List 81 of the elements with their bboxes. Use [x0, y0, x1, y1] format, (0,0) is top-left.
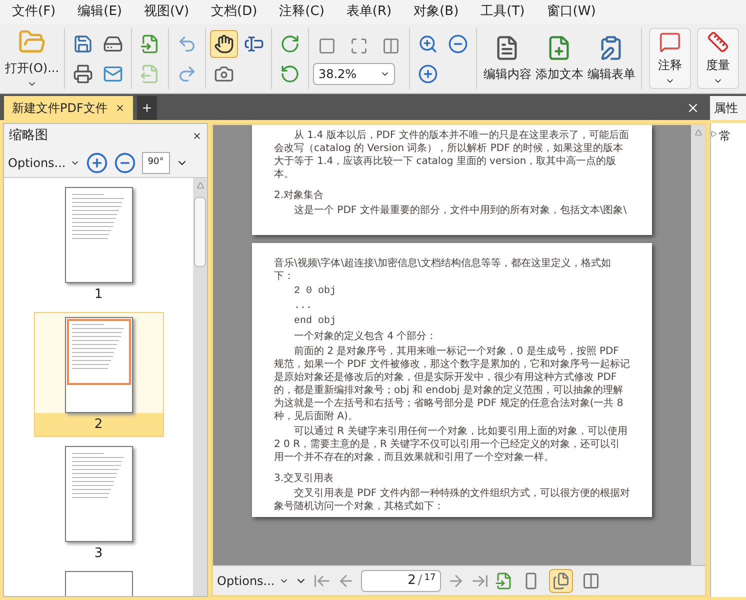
- expand-icon: [711, 131, 717, 137]
- text-select-icon: [244, 34, 264, 54]
- scroll-up-icon: [694, 129, 702, 136]
- toolbar-menu-button[interactable]: 度量: [697, 28, 740, 89]
- hand-tool[interactable]: [210, 30, 238, 58]
- toolbar-menu-button[interactable]: 注释: [649, 28, 692, 89]
- rotate-icon: [280, 34, 300, 54]
- menu-item[interactable]: 表单(R): [338, 2, 400, 22]
- document-text: 可以通过 R 关键字来引用任何一个对象，比如要引用上面的对象，可以使用 2 0 R，需要主意的是，R 关键字不仅可以引用一个已经定义的对象，还可以引用一个并不存在的对象，而且效果就和引用了一个空对象一样。: [274, 425, 628, 464]
- stacked-pages-icon: [552, 572, 570, 590]
- zoom-in-icon: [418, 64, 438, 84]
- viewport-frame: [66, 318, 130, 384]
- section-header: 常: [719, 128, 731, 145]
- scrollbar[interactable]: [691, 125, 705, 565]
- page-number: 3: [94, 546, 103, 561]
- zoom-out-icon: [448, 34, 468, 54]
- panel-title: 缩略图: [9, 127, 48, 146]
- document-text: 前面的 2 是对象序号，其用来唯一标记一个对象，0 是生成号，按照 PDF 规范，如果一个 PDF 文件被修改，那这个数字是累加的，它和对象序号一起标记是原始对象还是修改后的对象，但是实际开发中，很少有用这种方式修改 PDF 的，都是重新编排对象号；obj 和 endobj 是对象的定义范围，可以抽象的理解为这就是一个左括号和右括号；省略号部分是 PDF 规定的任意合法对象(一共 8 种，见后面附 A)。: [274, 345, 630, 423]
- floppy-icon: [72, 34, 93, 54]
- menu-item[interactable]: 文件(F): [4, 2, 64, 22]
- menu-item[interactable]: 注释(C): [271, 2, 332, 22]
- document-text: 3.交叉引用表: [274, 472, 335, 485]
- menu-item[interactable]: 工具(T): [472, 2, 533, 22]
- continuous-layout-button[interactable]: [548, 568, 573, 592]
- document-text: 一个对象的定义包含 4 个部分：: [293, 330, 438, 343]
- ruler-icon: [707, 31, 730, 53]
- page-number: 2: [94, 416, 103, 432]
- close-icon: [192, 131, 202, 141]
- printer-icon: [72, 64, 93, 84]
- scanner-icon: [102, 34, 123, 54]
- toolbar-button[interactable]: 编辑表单: [585, 28, 638, 89]
- page-arrow-icon: [494, 572, 513, 590]
- options-dropdown[interactable]: Options...: [217, 572, 289, 590]
- zoom-out-icon: [114, 152, 136, 174]
- properties-tab[interactable]: 属性: [710, 96, 746, 120]
- undo-icon: [176, 34, 197, 54]
- menu-item[interactable]: 文档(D): [203, 2, 266, 22]
- comment-icon: [659, 31, 682, 53]
- zoom-field[interactable]: 38.2%: [313, 63, 396, 85]
- fit-width-icon: [382, 37, 400, 55]
- document-text: 2.对象集合: [274, 189, 325, 202]
- two-pages-icon: [582, 572, 600, 590]
- rotate-button[interactable]: 90°: [142, 152, 170, 174]
- document-text: 交叉引用表是 PDF 文件内部一种特殊的文件组织方式，可以很方便的根据对象号随机访问一个对象，其格式如下：: [274, 487, 630, 513]
- zoom-in-icon: [86, 152, 108, 174]
- thumbnail-item[interactable]: 1: [34, 182, 164, 308]
- hand-icon: [214, 34, 234, 54]
- camera-icon: [214, 64, 234, 84]
- page-arrow-icon: [140, 34, 160, 54]
- rotate-icon: [280, 64, 300, 84]
- menu-item[interactable]: 对象(B): [406, 2, 467, 22]
- document-text: end obj: [293, 315, 338, 328]
- new-tab-button[interactable]: [137, 96, 158, 120]
- document-tab[interactable]: 新建文件PDF文件: [4, 96, 134, 120]
- thumbnail-item[interactable]: 3: [34, 441, 164, 566]
- page-number: 1: [94, 287, 103, 302]
- zoom-in-icon: [418, 34, 438, 54]
- plus-icon: [141, 102, 154, 114]
- redo-icon: [176, 64, 197, 84]
- page-arrow-icon: [140, 64, 160, 84]
- close-icon: [686, 101, 700, 115]
- envelope-icon: [102, 64, 123, 84]
- scrollbar[interactable]: [193, 178, 207, 596]
- thumbnail-item[interactable]: 2: [34, 312, 164, 437]
- menu-item[interactable]: 编辑(E): [70, 2, 130, 22]
- scroll-up-icon: [196, 182, 204, 189]
- options-dropdown[interactable]: Options...: [8, 154, 80, 172]
- close-icon: [115, 103, 126, 113]
- open-button[interactable]: 打开(O)...: [4, 28, 60, 89]
- menu-item[interactable]: 视图(V): [136, 2, 198, 22]
- scroll-thumb[interactable]: [194, 197, 206, 267]
- document-text: 从 1.4 版本以后，PDF 文件的版本并不唯一的只是在这里表示了，可能后面会改写（catalog 的 Version 词条），所以解析 PDF 的时候，如果这里的版本大于等于 1.4，应该再比较一下 catalog 里面的 version，取其中高一点的版本。: [274, 129, 630, 181]
- page-icon: [318, 37, 336, 55]
- toolbar-button[interactable]: 编辑内容: [481, 28, 534, 89]
- fit-page-icon: [350, 37, 368, 55]
- document-text: 这是一个 PDF 文件最重要的部分，文件中用到的所有对象，包括文本\图象\: [293, 204, 628, 217]
- menu-item[interactable]: 窗口(W): [538, 2, 604, 22]
- toolbar-button[interactable]: 添加文本: [533, 28, 586, 89]
- document-text: 2 0 obj: [293, 285, 338, 298]
- document-text: ...: [293, 300, 314, 313]
- document-text: 音乐\视频\字体\超连接\加密信息\文档结构信息等等，都在这里定义，格式如下：: [274, 257, 612, 283]
